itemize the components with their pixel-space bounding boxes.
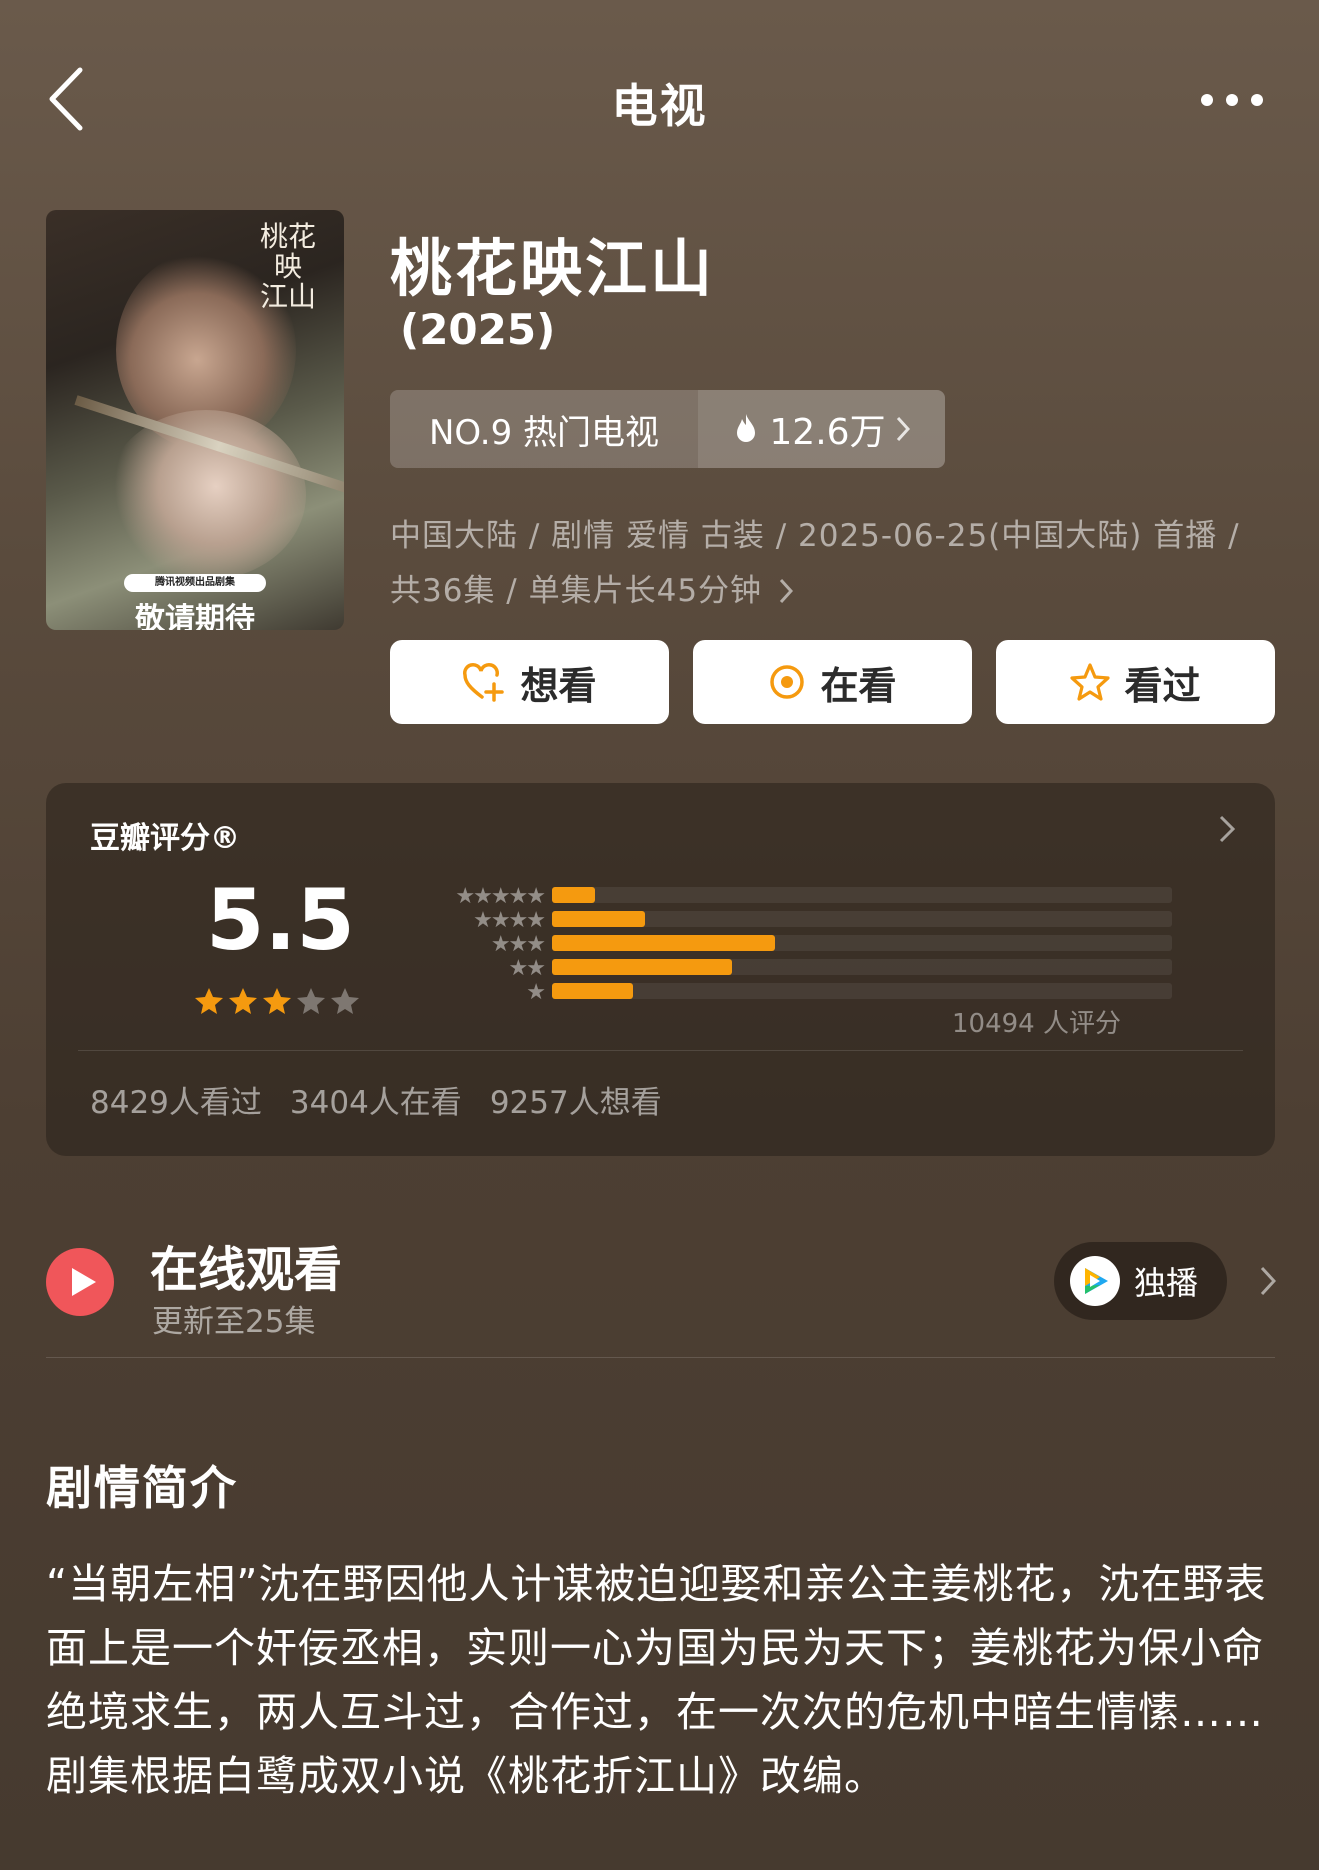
online-watch-row[interactable]: 在线观看 更新至25集 独播 (46, 1230, 1276, 1360)
divider (46, 1357, 1275, 1358)
rank-badge[interactable]: NO.9 热门电视 12.6万 (390, 390, 945, 468)
rating-stat[interactable]: 9257人想看 (490, 1077, 662, 1122)
star-empty-icon (297, 988, 325, 1014)
distribution-star-label: ★★★ (490, 932, 546, 957)
online-watch-subtitle: 更新至25集 (152, 1304, 316, 1340)
online-watch-title: 在线观看 (150, 1242, 343, 1298)
poster-image[interactable]: 桃花映江山 腾讯视频出品剧集 敬请期待 (46, 210, 344, 630)
distribution-bar (552, 935, 776, 951)
show-year: (2025) (400, 305, 556, 354)
watching-button[interactable]: 在看 (693, 640, 972, 724)
flame-icon (737, 414, 756, 442)
distribution-star-label: ★★ (508, 956, 546, 981)
distribution-track (552, 887, 1172, 903)
distribution-track (552, 911, 1172, 927)
distribution-bar (552, 959, 732, 975)
heat-indicator[interactable]: 12.6万 (698, 390, 945, 468)
rating-stats: 8429人看过 3404人在看 9257人想看 (90, 1077, 662, 1122)
watched-label: 看过 (1124, 663, 1201, 708)
play-icon (46, 1248, 114, 1316)
distribution-track (552, 959, 1172, 975)
synopsis-body[interactable]: “当朝左相”沈在野因他人计谋被迫迎娶和亲公主姜桃花，沈在野表面上是一个奸佞丞相，… (46, 1552, 1275, 1808)
distribution-track (552, 935, 1172, 951)
watched-button[interactable]: 看过 (996, 640, 1275, 724)
distribution-row: ★★★★ (386, 907, 1176, 933)
heat-value: 12.6万 (769, 412, 886, 453)
synopsis-heading: 剧情简介 (46, 1461, 238, 1515)
star-filled-icon (195, 988, 223, 1014)
divider (78, 1050, 1243, 1051)
rating-stat[interactable]: 3404人在看 (290, 1077, 462, 1122)
distribution-row: ★★★ (386, 931, 1176, 957)
distribution-row: ★ (386, 979, 1176, 1005)
distribution-bar (552, 983, 633, 999)
rank-label[interactable]: NO.9 热门电视 (390, 390, 698, 468)
distribution-star-label: ★★★★ (473, 908, 546, 933)
poster-figure-female (106, 410, 306, 580)
rating-source-label: 豆瓣评分® (90, 821, 240, 856)
distribution-bar (552, 887, 596, 903)
show-meta-line1[interactable]: 中国大陆 / 剧情 爱情 古装 / 2025-06-25(中国大陆) 首播 / (390, 510, 1240, 555)
star-outline-icon (1070, 663, 1111, 701)
distribution-star-label: ★★★★★ (455, 884, 546, 909)
chevron-right-icon (896, 416, 910, 442)
top-bar: 电视 (0, 50, 1319, 150)
chevron-right-icon (779, 578, 793, 604)
distribution-row: ★★ (386, 955, 1176, 981)
rating-card[interactable]: 豆瓣评分® 5.5 ★★★★★ ★★★★ ★★★ ★★ ★ 10494 人评分 8429… (46, 783, 1275, 1156)
distribution-row: ★★★★★ (386, 883, 1176, 909)
more-options-icon[interactable] (1197, 90, 1267, 110)
star-empty-icon (331, 988, 359, 1014)
rating-stat[interactable]: 8429人看过 (90, 1077, 262, 1122)
show-meta-line2[interactable]: 共36集 / 单集片长45分钟 (390, 565, 793, 610)
exclusive-label: 独播 (1134, 1264, 1199, 1302)
tencent-video-icon (1070, 1256, 1120, 1306)
exclusive-platform-button[interactable]: 独播 (1054, 1242, 1227, 1320)
distribution-star-label: ★ (526, 980, 546, 1005)
distribution-track (552, 983, 1172, 999)
distribution-bar (552, 911, 645, 927)
rating-count: 10494 人评分 (952, 1009, 1121, 1039)
watching-label: 在看 (820, 663, 897, 708)
poster-badge: 腾讯视频出品剧集 (124, 574, 266, 592)
chevron-right-icon[interactable] (1219, 815, 1235, 843)
want-label: 想看 (520, 663, 597, 708)
poster-calligraphy-logo: 桃花映江山 (259, 220, 316, 313)
poster-caption: 敬请期待 (135, 602, 255, 630)
star-filled-icon (229, 988, 257, 1014)
star-filled-icon (263, 988, 291, 1014)
rating-score: 5.5 (206, 871, 355, 969)
score-stars (194, 986, 360, 1016)
chevron-right-icon[interactable] (1260, 1266, 1276, 1296)
want-to-watch-button[interactable]: 想看 (390, 640, 669, 724)
page-title: 电视 (611, 79, 708, 133)
target-icon (770, 665, 805, 699)
show-meta-line2-text: 共36集 / 单集片长45分钟 (390, 573, 763, 609)
show-title: 桃花映江山 (390, 232, 716, 305)
heart-plus-icon (463, 663, 505, 702)
rating-distribution: ★★★★★ ★★★★ ★★★ ★★ ★ (386, 883, 1176, 1005)
